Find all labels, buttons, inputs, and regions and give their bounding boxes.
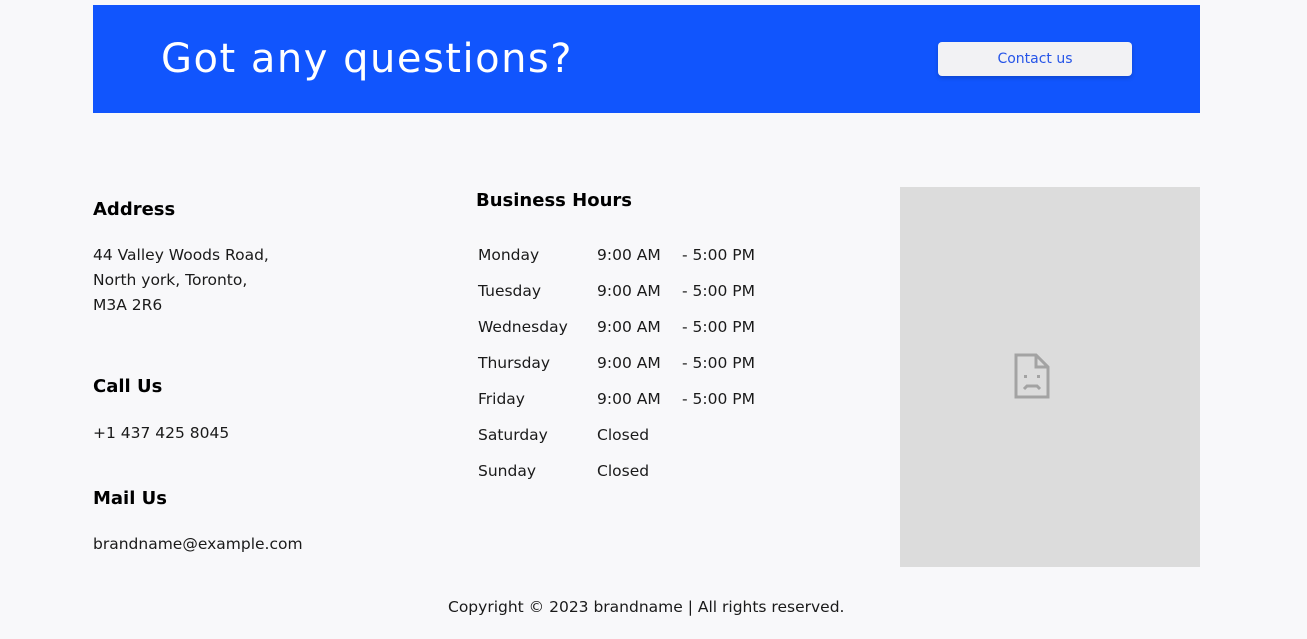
cta-banner: Got any questions? Contact us	[93, 5, 1200, 113]
close-time-cell: - 5:00 PM	[682, 282, 755, 300]
open-time-cell: 9:00 AM	[597, 246, 661, 264]
close-time-cell	[680, 417, 770, 453]
day-cell: Saturday	[478, 426, 548, 444]
mail-heading: Mail Us	[93, 488, 167, 509]
day-cell: Tuesday	[478, 282, 542, 300]
table-row: Wednesday 9:00 AM - 5:00 PM	[476, 309, 770, 345]
copyright-text: Copyright © 2023 brandname | All rights …	[448, 598, 845, 616]
business-hours-table: Monday 9:00 AM - 5:00 PM Tuesday 9:00 AM…	[476, 237, 770, 489]
day-cell: Friday	[478, 390, 525, 408]
table-row: Sunday Closed	[476, 453, 770, 489]
open-time-cell: 9:00 AM	[597, 390, 661, 408]
call-heading: Call Us	[93, 376, 163, 397]
open-time-cell: 9:00 AM	[597, 282, 661, 300]
table-row: Saturday Closed	[476, 417, 770, 453]
day-cell: Wednesday	[478, 318, 568, 336]
address-line-3: M3A 2R6	[93, 296, 163, 314]
table-row: Friday 9:00 AM - 5:00 PM	[476, 381, 770, 417]
close-time-cell: - 5:00 PM	[682, 246, 755, 264]
open-time-cell: Closed	[597, 462, 650, 480]
broken-page-icon	[1014, 353, 1050, 403]
contact-us-button[interactable]: Contact us	[938, 42, 1132, 76]
day-cell: Sunday	[478, 462, 536, 480]
close-time-cell: - 5:00 PM	[682, 354, 755, 372]
address-line-2: North york, Toronto,	[93, 271, 248, 289]
open-time-cell: 9:00 AM	[597, 354, 661, 372]
address-line-1: 44 Valley Woods Road,	[93, 246, 269, 264]
close-time-cell: - 5:00 PM	[682, 318, 755, 336]
map-embed[interactable]	[900, 187, 1200, 567]
close-time-cell	[680, 453, 770, 489]
address-heading: Address	[93, 199, 176, 220]
table-row: Monday 9:00 AM - 5:00 PM	[476, 237, 770, 273]
banner-title: Got any questions?	[161, 36, 573, 82]
close-time-cell: - 5:00 PM	[682, 390, 755, 408]
business-hours-heading: Business Hours	[476, 190, 632, 211]
day-cell: Monday	[478, 246, 540, 264]
day-cell: Thursday	[478, 354, 551, 372]
table-row: Thursday 9:00 AM - 5:00 PM	[476, 345, 770, 381]
phone-number: +1 437 425 8045	[93, 424, 230, 442]
table-row: Tuesday 9:00 AM - 5:00 PM	[476, 273, 770, 309]
open-time-cell: 9:00 AM	[597, 318, 661, 336]
open-time-cell: Closed	[597, 426, 650, 444]
email-address: brandname@example.com	[93, 535, 303, 553]
